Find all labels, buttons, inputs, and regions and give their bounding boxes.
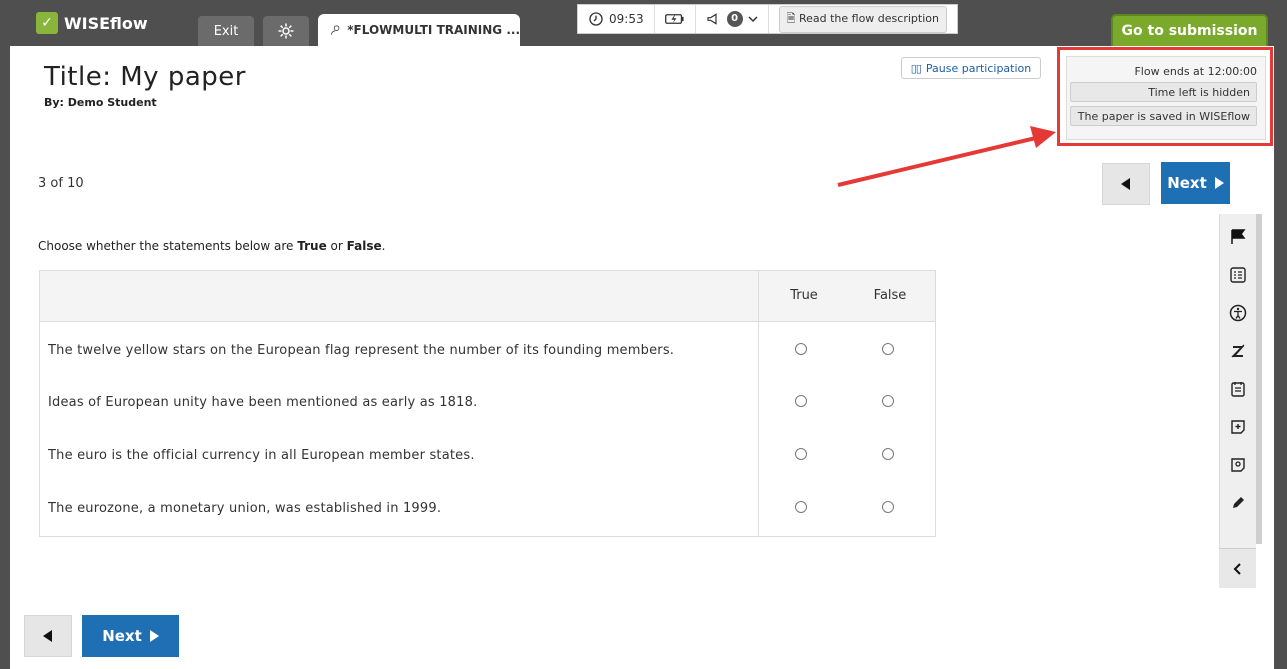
table-header: True False	[40, 271, 935, 322]
wiseflow-logo-icon: ✓	[36, 12, 58, 34]
instruction-prefix: Choose whether the statements below are	[38, 239, 298, 253]
table-row: The eurozone, a monetary union, was esta…	[40, 483, 935, 535]
announcements-badge: 0	[726, 11, 743, 27]
triangle-left-icon	[43, 630, 52, 642]
add-note-icon	[1231, 420, 1245, 434]
notepad-tool[interactable]	[1220, 374, 1256, 404]
comment-tool[interactable]	[1220, 450, 1256, 480]
previous-button[interactable]	[1102, 163, 1150, 205]
document-icon: 🗎	[786, 11, 796, 25]
overview-tool[interactable]	[1220, 260, 1256, 290]
collapse-tools-button[interactable]	[1219, 548, 1256, 588]
next-button-bottom[interactable]: Next	[82, 615, 179, 657]
triangle-right-icon	[149, 630, 159, 642]
read-description-label: Read the flow description	[798, 11, 939, 25]
statement-text: The twelve yellow stars on the European …	[48, 343, 675, 358]
comment-icon	[1231, 458, 1245, 472]
false-radio[interactable]	[882, 395, 894, 407]
exit-button[interactable]: Exit	[198, 16, 254, 46]
participant-icon	[330, 25, 340, 35]
pause-label: Pause participation	[925, 61, 1032, 75]
column-false: False	[873, 288, 907, 303]
gear-icon	[278, 23, 294, 39]
flow-tab-label: *FLOWMULTI TRAINING ...	[347, 23, 520, 37]
frame-right	[1274, 46, 1287, 669]
instruction-or: or	[326, 239, 347, 253]
pencil-icon	[1233, 497, 1244, 508]
author: By: Demo Student	[44, 96, 157, 109]
battery-icon	[664, 14, 684, 24]
read-description-button[interactable]: 🗎 Read the flow description	[778, 5, 947, 33]
true-radio[interactable]	[795, 448, 807, 460]
clock-time: 09:53	[609, 12, 644, 26]
add-note-tool[interactable]	[1220, 412, 1256, 442]
list-icon	[1230, 267, 1246, 283]
pause-icon: ▯▯	[910, 61, 922, 75]
frame-left	[0, 46, 10, 669]
question-instructions: Choose whether the statements below are …	[38, 239, 385, 253]
go-to-submission-label: Go to submission	[1121, 23, 1258, 39]
flag-icon	[1231, 229, 1246, 244]
table-row: Ideas of European unity have been mentio…	[40, 377, 935, 429]
statement-text: The euro is the official currency in all…	[48, 448, 475, 463]
accessibility-tool[interactable]	[1220, 298, 1256, 328]
page-title: Title: My paper	[44, 62, 246, 92]
pencil-tool[interactable]	[1220, 488, 1256, 518]
chevron-down-icon	[748, 16, 758, 23]
center-toolbar: 09:53 0 🗎 Read the flow description	[577, 4, 958, 34]
column-true: True	[790, 288, 818, 303]
false-radio[interactable]	[882, 501, 894, 513]
read-description-item: 🗎 Read the flow description	[769, 5, 957, 33]
spelling-icon	[1231, 344, 1245, 358]
triangle-right-icon	[1214, 177, 1224, 189]
instruction-true: True	[297, 239, 327, 253]
statement-text: The eurozone, a monetary union, was esta…	[48, 501, 442, 516]
tools-sidebar	[1219, 214, 1256, 588]
tools-scrollbar[interactable]	[1256, 214, 1262, 544]
statement-text: Ideas of European unity have been mentio…	[48, 395, 478, 410]
false-radio[interactable]	[882, 448, 894, 460]
table-row: The twelve yellow stars on the European …	[40, 325, 935, 377]
instruction-suffix: .	[381, 239, 386, 253]
app-name: WISEflow	[64, 13, 148, 33]
settings-tab[interactable]	[263, 16, 309, 46]
accessibility-icon	[1229, 304, 1247, 322]
pause-participation-button[interactable]: ▯▯ Pause participation	[901, 57, 1041, 79]
battery-button[interactable]	[655, 5, 696, 33]
flag-tool[interactable]	[1220, 222, 1256, 252]
chevron-left-icon	[1233, 562, 1241, 575]
next-button[interactable]: Next	[1161, 162, 1230, 204]
flow-tab[interactable]: *FLOWMULTI TRAINING ...	[318, 14, 520, 46]
false-radio[interactable]	[882, 343, 894, 355]
next-label: Next	[1167, 174, 1207, 192]
go-to-submission-button[interactable]: Go to submission	[1111, 14, 1268, 46]
table-row: The euro is the official currency in all…	[40, 430, 935, 482]
announcements-button[interactable]: 0	[696, 5, 769, 33]
triangle-left-icon	[1121, 178, 1130, 190]
exit-label: Exit	[213, 23, 239, 39]
clock-button[interactable]: 09:53	[578, 5, 655, 33]
page-counter: 3 of 10	[38, 176, 84, 191]
true-radio[interactable]	[795, 395, 807, 407]
spellcheck-tool[interactable]	[1220, 336, 1256, 366]
true-radio[interactable]	[795, 343, 807, 355]
next-label: Next	[102, 627, 142, 645]
true-false-table: True False The twelve yellow stars on th…	[39, 270, 936, 537]
previous-button-bottom[interactable]	[24, 615, 72, 657]
app-logo: ✓ WISEflow	[36, 10, 148, 36]
true-radio[interactable]	[795, 501, 807, 513]
megaphone-icon	[706, 13, 717, 25]
clock-icon	[589, 12, 603, 26]
annotation-highlight-box	[1057, 47, 1273, 146]
instruction-false: False	[346, 239, 382, 253]
notepad-icon	[1231, 382, 1245, 397]
